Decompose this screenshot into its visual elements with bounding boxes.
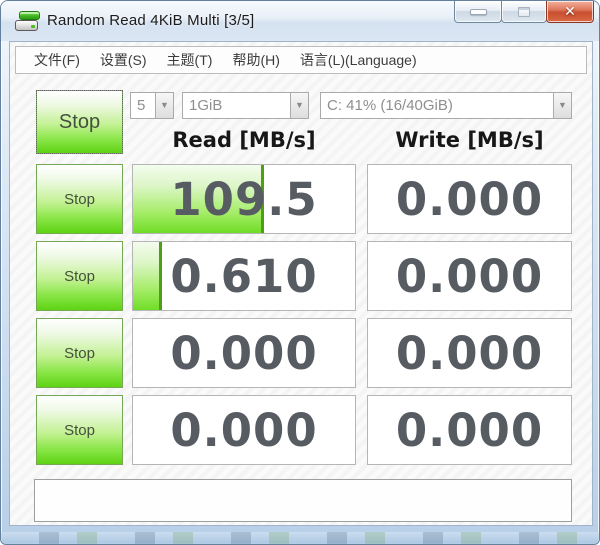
chevron-down-icon: ▼ <box>558 101 567 110</box>
menu-theme[interactable]: 主题(T) <box>157 47 223 73</box>
write-result-cell: 0.000 <box>367 395 572 465</box>
maximize-icon <box>518 7 530 17</box>
menu-bar: 文件(F) 设置(S) 主题(T) 帮助(H) 语言(L)(Language) <box>15 46 587 74</box>
maximize-button[interactable] <box>501 1 547 23</box>
minimize-icon <box>470 9 487 15</box>
title-bar[interactable]: Random Read 4KiB Multi [3/5] ✕ <box>1 1 599 41</box>
combo-arrow-button[interactable]: ▼ <box>553 93 571 118</box>
read-result-cell: 0.610 <box>132 241 356 311</box>
read-result-cell: 109.5 <box>132 164 356 234</box>
menu-file[interactable]: 文件(F) <box>24 47 90 73</box>
menu-settings[interactable]: 设置(S) <box>90 47 157 73</box>
test-count-value: 5 <box>131 97 155 114</box>
read-value: 109.5 <box>133 165 355 233</box>
write-value: 0.000 <box>368 396 571 464</box>
client-area: 文件(F) 设置(S) 主题(T) 帮助(H) 语言(L)(Language) … <box>9 41 593 526</box>
chevron-down-icon: ▼ <box>295 101 304 110</box>
write-result-cell: 0.000 <box>367 241 572 311</box>
read-result-cell: 0.000 <box>132 395 356 465</box>
read-value: 0.000 <box>133 396 355 464</box>
chevron-down-icon: ▼ <box>160 101 169 110</box>
stop-row-button[interactable]: Stop <box>36 395 123 465</box>
close-button[interactable]: ✕ <box>546 1 594 23</box>
stop-all-button[interactable]: Stop <box>36 90 123 154</box>
test-size-value: 1GiB <box>183 97 290 114</box>
read-result-cell: 0.000 <box>132 318 356 388</box>
write-result-cell: 0.000 <box>367 318 572 388</box>
window-title: Random Read 4KiB Multi [3/5] <box>47 12 254 29</box>
read-column-header: Read [MB/s] <box>132 126 356 154</box>
window-bottom-border <box>1 532 599 544</box>
minimize-button[interactable] <box>454 1 502 23</box>
disk-top-icon <box>19 11 40 20</box>
combo-arrow-button[interactable]: ▼ <box>290 93 308 118</box>
app-disk-icon <box>15 10 41 34</box>
write-column-header: Write [MB/s] <box>367 126 572 154</box>
write-value: 0.000 <box>368 242 571 310</box>
stop-row-button[interactable]: Stop <box>36 241 123 311</box>
app-window: Random Read 4KiB Multi [3/5] ✕ 文件(F) 设置(… <box>0 0 600 545</box>
comment-input[interactable] <box>34 479 572 522</box>
read-value: 0.610 <box>133 242 355 310</box>
stop-row-button[interactable]: Stop <box>36 318 123 388</box>
target-drive-combo[interactable]: C: 41% (16/40GiB) ▼ <box>320 92 572 119</box>
write-value: 0.000 <box>368 165 571 233</box>
disk-led-icon <box>31 25 35 28</box>
close-icon: ✕ <box>564 5 576 19</box>
test-size-combo[interactable]: 1GiB ▼ <box>182 92 309 119</box>
target-drive-value: C: 41% (16/40GiB) <box>321 97 553 114</box>
stop-row-button[interactable]: Stop <box>36 164 123 234</box>
test-count-combo[interactable]: 5 ▼ <box>130 92 174 119</box>
disk-bottom-icon <box>15 20 38 31</box>
combo-arrow-button[interactable]: ▼ <box>155 93 173 118</box>
menu-language[interactable]: 语言(L)(Language) <box>290 47 427 73</box>
write-value: 0.000 <box>368 319 571 387</box>
read-value: 0.000 <box>133 319 355 387</box>
window-controls: ✕ <box>454 1 594 23</box>
write-result-cell: 0.000 <box>367 164 572 234</box>
menu-help[interactable]: 帮助(H) <box>222 47 289 73</box>
